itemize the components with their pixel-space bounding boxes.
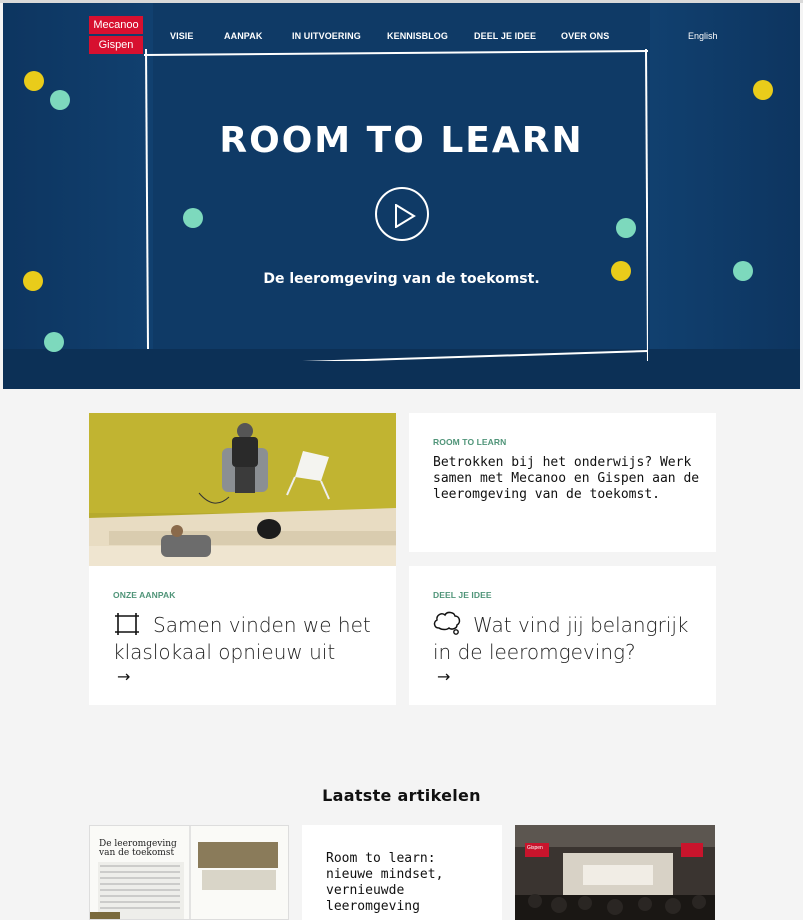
nav-item-over-ons[interactable]: OVER ONS — [561, 31, 609, 41]
approach-arrow-icon[interactable]: → — [117, 667, 130, 686]
hero-title: ROOM TO LEARN — [219, 120, 584, 161]
intro-card[interactable]: ROOM TO LEARN Betrokken bij het onderwij… — [409, 413, 716, 552]
booth-sign-text: Gispen — [527, 845, 543, 851]
classroom-photo — [89, 413, 396, 566]
decor-dot-yellow — [24, 71, 44, 91]
approach-text: Samen vinden we het klaslokaal opnieuw u… — [113, 613, 371, 664]
article-card-room-to-learn[interactable]: Room to learn: nieuwe mindset, vernieuwd… — [302, 825, 502, 920]
logo-line-2: Gispen — [89, 36, 143, 54]
latest-articles-title: Laatste artikelen — [322, 786, 481, 805]
article-card-fair[interactable]: Gispen — [515, 825, 715, 920]
idea-kicker: DEEL JE IDEE — [433, 590, 492, 600]
hero-banner: Mecanoo Gispen VISIE AANPAK IN UITVOERIN… — [3, 3, 800, 389]
intro-text: Betrokken bij het onderwijs? Werk samen … — [433, 455, 700, 502]
trade-fair-photo — [515, 825, 715, 920]
decor-dot-mint — [616, 218, 636, 238]
article-title: Room to learn: nieuwe mindset, vernieuwd… — [326, 851, 444, 914]
decor-dot-mint — [183, 208, 203, 228]
article-card-magazine[interactable]: De leeromgeving van de toekomst — [89, 825, 289, 920]
hero-subtitle: De leeromgeving van de toekomst. — [263, 271, 540, 287]
play-video-button[interactable] — [375, 187, 429, 241]
magazine-article-heading: De leeromgeving van de toekomst — [99, 839, 177, 858]
approach-card[interactable]: ONZE AANPAK Samen vinden we het klasloka… — [89, 566, 396, 705]
nav-item-visie[interactable]: VISIE — [170, 31, 194, 41]
nav-item-in-uitvoering[interactable]: IN UITVOERING — [292, 31, 361, 41]
hero-wall-right — [650, 3, 800, 389]
intro-kicker: ROOM TO LEARN — [433, 437, 507, 447]
logo-line-1: Mecanoo — [89, 16, 143, 34]
decor-dot-mint — [50, 90, 70, 110]
nav-item-aanpak[interactable]: AANPAK — [224, 31, 262, 41]
decor-dot-yellow — [753, 80, 773, 100]
decor-dot-mint — [44, 332, 64, 352]
idea-text: Wat vind jij belangrijk in de leeromgevi… — [433, 613, 689, 664]
nav-item-kennisblog[interactable]: KENNISBLOG — [387, 31, 448, 41]
mecanoo-gispen-logo[interactable]: Mecanoo Gispen — [89, 16, 143, 54]
play-icon — [395, 204, 416, 228]
idea-arrow-icon[interactable]: → — [437, 667, 450, 686]
nav-item-deel-je-idee[interactable]: DEEL JE IDEE — [474, 31, 536, 41]
idea-card[interactable]: DEEL JE IDEE Wat vind jij belangrijk in … — [409, 566, 716, 705]
approach-kicker: ONZE AANPAK — [113, 590, 176, 600]
hero-wall-left — [3, 3, 153, 389]
language-switch[interactable]: English — [688, 31, 718, 41]
